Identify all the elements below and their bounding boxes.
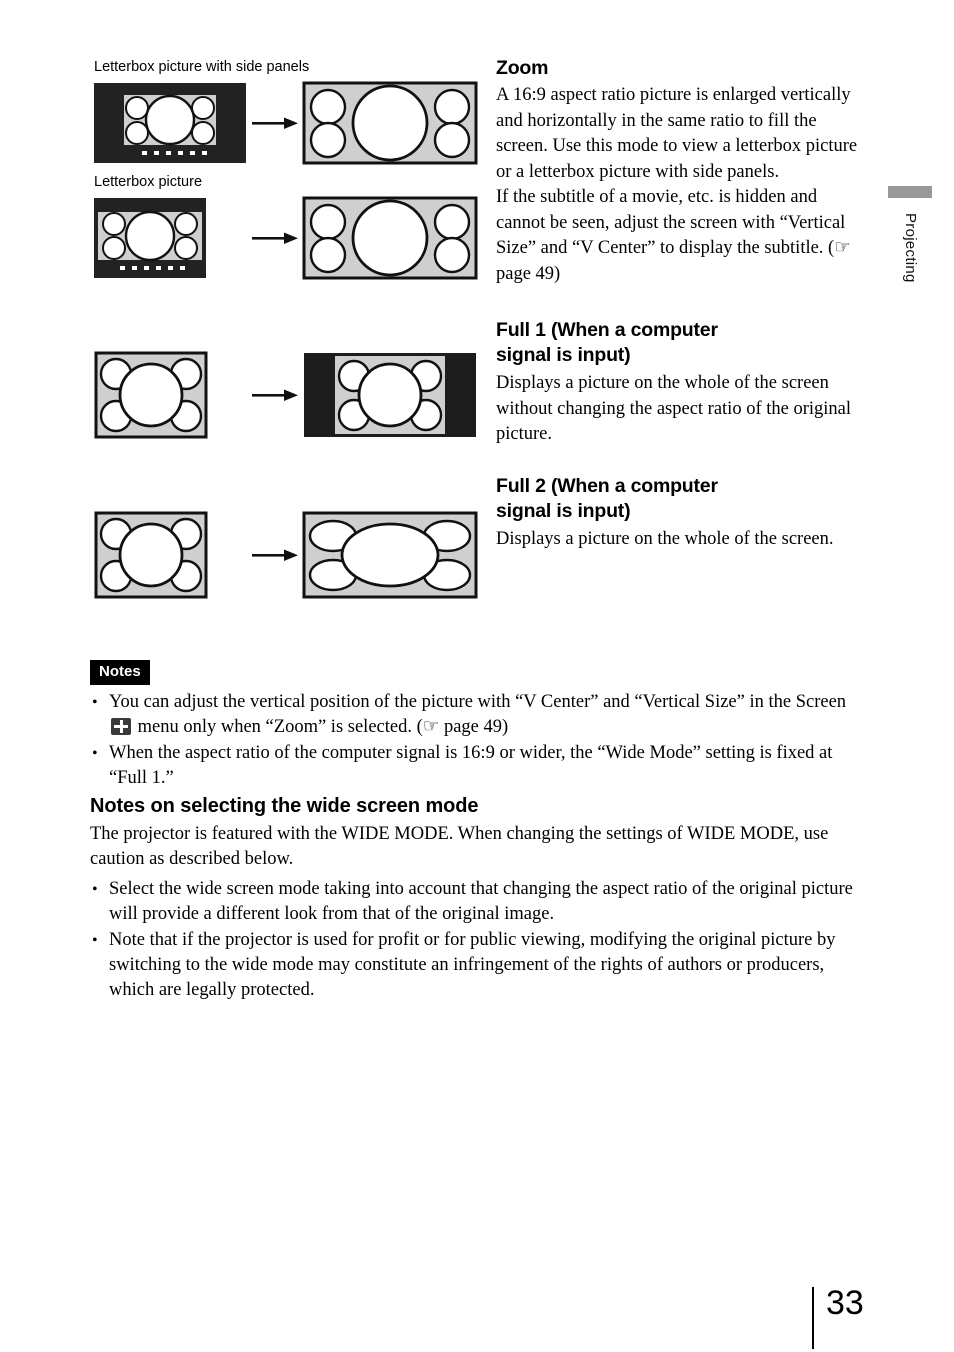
chapter-side-tab: Projecting [888,186,932,356]
heading-full-2-line-2: signal is input) [496,499,631,522]
paragraph-full-1: Displays a picture on the whole of the s… [496,373,851,444]
figure-label-letterbox-side-panels: Letterbox picture with side panels [94,59,310,75]
screen-menu-icon [111,718,131,735]
wide-screen-notes-section: Notes on selecting the wide screen mode … [90,793,858,1004]
notes-tag: Notes [90,660,150,685]
figure-column: Letterbox picture with side panels Lette… [90,58,482,602]
figure-letterbox-side-panels-diagram [94,81,478,165]
paragraph-full-2: Displays a picture on the whole of the s… [496,528,834,549]
right-arrow-icon [252,232,298,244]
figure-full-2-diagram [94,511,478,599]
notes-bullet-1-post: page 49) [439,717,509,737]
description-column: Zoom A 16:9 aspect ratio picture is enla… [496,56,858,552]
notes-list-item: You can adjust the vertical position of … [90,690,858,740]
wide-list-item: Note that if the projector is used for p… [90,928,858,1003]
notes-bullet-1-mid: menu only when “Zoom” is selected. ( [137,717,423,737]
page-ref-hand-icon: ☞ [834,238,851,258]
side-tab-bar [888,186,932,198]
page-ref-hand-icon: ☞ [422,717,440,737]
paragraph-zoom-1: A 16:9 aspect ratio picture is enlarged … [496,85,858,182]
heading-full-1: Full 1 (When a computer signal is input) [496,318,858,368]
notes-block: Notes You can adjust the vertical positi… [90,660,858,792]
side-tab-label: Projecting [902,213,919,283]
paragraph-wide-intro: The projector is featured with the WIDE … [90,824,829,869]
notes-list-item: When the aspect ratio of the computer si… [90,741,858,791]
figure-row-letterbox-side-panels [90,81,482,167]
figure-row-full-2 [90,510,482,602]
heading-zoom: Zoom [496,57,549,79]
page-number: 33 [826,1284,864,1322]
heading-full-2: Full 2 (When a computer signal is input) [496,474,858,524]
notes-bullet-1-pre: You can adjust the vertical position of … [109,692,847,712]
heading-wide-screen-notes: Notes on selecting the wide screen mode [90,795,479,817]
heading-full-2-line-1: Full 2 (When a computer [496,474,718,497]
footer-rule [812,1287,814,1349]
notes-list: You can adjust the vertical position of … [90,690,858,791]
right-arrow-icon [252,389,298,401]
right-arrow-icon [252,549,298,561]
page-footer: 33 [812,1284,932,1349]
paragraph-zoom-2-text: If the subtitle of a movie, etc. is hidd… [496,187,846,258]
wide-screen-notes-list: Select the wide screen mode taking into … [90,877,858,1003]
paragraph-zoom-2: If the subtitle of a movie, etc. is hidd… [496,185,858,287]
figure-row-letterbox [90,196,482,282]
figure-letterbox-diagram [94,196,478,280]
figure-full-1-diagram [94,351,476,439]
heading-full-1-line-2: signal is input) [496,344,631,366]
heading-full-1-line-1: Full 1 (When a computer [496,319,718,341]
figure-row-full-1 [90,350,482,442]
figure-label-letterbox: Letterbox picture [94,174,203,190]
right-arrow-icon [252,117,298,129]
page-ref-zoom: page 49) [496,263,561,284]
wide-list-item: Select the wide screen mode taking into … [90,877,858,927]
